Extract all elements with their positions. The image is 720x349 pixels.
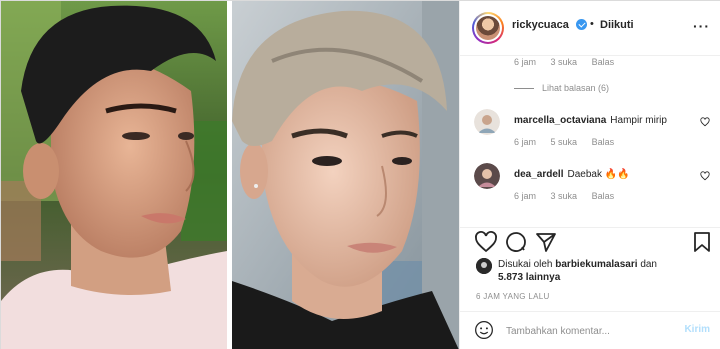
liker-username[interactable]: barbiekumalasari [555, 259, 637, 270]
comment-meta: 6 jam 3 suka Balas [514, 191, 626, 201]
comment-meta: 6 jam 3 suka Balas [514, 57, 626, 67]
right-photo [232, 1, 459, 349]
post-header: rickycuaca • Diikuti ··· [460, 1, 720, 56]
likes-count-link[interactable]: 5.873 lainnya [498, 272, 560, 283]
comment-time: 6 jam [514, 191, 537, 201]
comment-text: Hampir mirip [610, 115, 667, 126]
reply-button[interactable]: Balas [592, 137, 615, 147]
bookmark-icon[interactable] [690, 230, 714, 254]
post-timestamp[interactable]: 6 JAM YANG LALU [476, 292, 550, 301]
liker-avatar[interactable] [476, 258, 492, 274]
post-comment-button[interactable]: Kirim [684, 324, 710, 335]
commenter-username[interactable]: marcella_octaviana [514, 115, 606, 126]
instagram-post: rickycuaca • Diikuti ··· 6 jam 3 suka Ba… [0, 0, 720, 349]
reply-button[interactable]: Balas [592, 191, 615, 201]
reply-button[interactable]: Balas [592, 57, 615, 67]
separator-dot: • [590, 18, 594, 30]
more-horizontal-icon[interactable]: ··· [693, 19, 710, 33]
comment-text: Daebak 🔥🔥 [567, 169, 630, 180]
commenter-avatar[interactable] [474, 163, 500, 189]
comment-icon[interactable] [504, 230, 528, 254]
left-photo [1, 1, 227, 349]
like-comment-heart-icon[interactable] [700, 171, 710, 181]
commenter-avatar[interactable] [474, 109, 500, 135]
comment-time: 6 jam [514, 57, 537, 67]
follow-status-button[interactable]: Diikuti [600, 19, 634, 31]
like-comment-heart-icon[interactable] [700, 117, 710, 127]
comment-input[interactable] [506, 322, 666, 340]
comment-likes[interactable]: 3 suka [551, 57, 578, 67]
add-comment-bar: Kirim [460, 311, 720, 349]
heart-icon[interactable] [474, 230, 498, 254]
post-panel: rickycuaca • Diikuti ··· 6 jam 3 suka Ba… [459, 1, 720, 349]
post-media[interactable] [1, 1, 459, 349]
commenter-username[interactable]: dea_ardell [514, 169, 563, 180]
left-photo-image [1, 1, 227, 349]
comment-likes[interactable]: 3 suka [551, 191, 578, 201]
share-icon[interactable] [534, 230, 558, 254]
author-username[interactable]: rickycuaca [512, 19, 569, 31]
likes-summary: Disukai oleh barbiekumalasari dan 5.873 … [498, 259, 657, 283]
verified-badge-icon [576, 19, 587, 30]
view-replies-link[interactable]: Lihat balasan (6) [514, 83, 609, 93]
right-photo-image [232, 1, 459, 349]
author-avatar[interactable] [472, 12, 504, 44]
comments-list: 6 jam 3 suka Balas Lihat balasan (6) mar… [460, 57, 720, 227]
comment-meta: 6 jam 5 suka Balas [514, 137, 626, 147]
comment-time: 6 jam [514, 137, 537, 147]
comment-likes[interactable]: 5 suka [551, 137, 578, 147]
post-actions: Disukai oleh barbiekumalasari dan 5.873 … [460, 227, 720, 323]
emoji-icon[interactable] [474, 320, 494, 340]
